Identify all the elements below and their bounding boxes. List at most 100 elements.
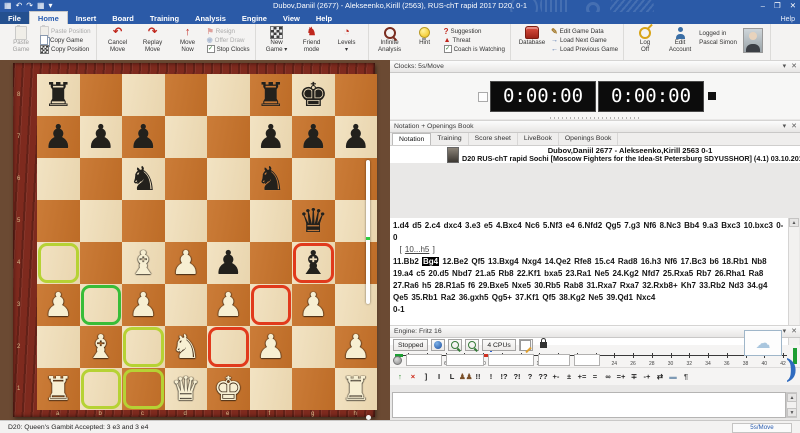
piece-black-queen-g5[interactable]: ♛ [292,200,335,242]
piece-black-pawn-h7[interactable]: ♟ [335,116,378,158]
tab-file[interactable]: File [0,12,29,24]
minimize-button[interactable]: – [761,1,765,10]
square-h1[interactable]: ♜ [335,368,378,410]
replay-move-button[interactable]: ↷Replay Move [137,25,169,54]
cpu-count-button[interactable]: 4 CPUs [482,339,515,351]
square-e1[interactable]: ♚ [207,368,250,410]
clock-panel-close-icon[interactable]: ✕ [791,61,797,72]
piece-black-pawn-f7[interactable]: ♟ [250,116,293,158]
piece-white-pawn-c3[interactable]: ♟ [122,284,165,326]
square-b2[interactable]: ♝ [80,326,123,368]
scroll-up-icon[interactable]: ▲ [789,218,799,227]
engine-field-3[interactable] [488,354,534,366]
square-f1[interactable] [250,368,293,410]
square-d7[interactable] [165,116,208,158]
square-g4[interactable]: ♝ [292,242,335,284]
notation-panel-minimize-icon[interactable]: ▾ [783,121,787,132]
square-f3[interactable] [250,284,293,326]
square-b7[interactable]: ♟ [80,116,123,158]
stop-clocks-button[interactable]: ✓Stop Clocks [207,45,250,53]
square-g8[interactable]: ♚ [292,74,335,116]
square-b5[interactable] [80,200,123,242]
square-d4[interactable]: ♟ [165,242,208,284]
square-a2[interactable] [37,326,80,368]
notation-tab-notation[interactable]: Notation [392,133,431,145]
piece-white-pawn-h2[interactable]: ♟ [335,326,378,368]
square-d8[interactable] [165,74,208,116]
tab-engine[interactable]: Engine [234,12,275,24]
piece-black-king-g8[interactable]: ♚ [292,74,335,116]
friend-mode-button[interactable]: ♞Friend mode [296,25,328,54]
square-f4[interactable] [250,242,293,284]
help-link[interactable]: Help [781,16,795,23]
square-h2[interactable]: ♟ [335,326,378,368]
square-b4[interactable] [80,242,123,284]
piece-white-pawn-g3[interactable]: ♟ [292,284,335,326]
close-button[interactable]: ✕ [790,1,796,10]
piece-black-bishop-g4[interactable]: ♝ [292,242,335,284]
square-f7[interactable]: ♟ [250,116,293,158]
engine-panel-minimize-icon[interactable]: ▾ [783,326,787,337]
piece-white-pawn-a3[interactable]: ♟ [37,284,80,326]
piece-white-pawn-d4[interactable]: ♟ [165,242,208,284]
square-d2[interactable]: ♞ [165,326,208,368]
notation-pad-button[interactable] [519,339,533,351]
piece-black-pawn-a7[interactable]: ♟ [37,116,80,158]
square-e7[interactable] [207,116,250,158]
square-a6[interactable] [37,158,80,200]
moves-after-current[interactable]: 12.Be2 Qf5 13.Bxg4 Nxg4 14.Qe2 Rfe8 15.c… [393,257,767,302]
square-a5[interactable] [37,200,80,242]
square-e5[interactable] [207,200,250,242]
load-previous-game-button[interactable]: ←Load Previous Game [551,45,618,53]
square-c7[interactable]: ♟ [122,116,165,158]
threat-button[interactable]: ▲Threat [444,36,505,44]
piece-black-pawn-b7[interactable]: ♟ [80,116,123,158]
square-d6[interactable] [165,158,208,200]
square-d5[interactable] [165,200,208,242]
engine-output-box[interactable] [392,392,786,418]
square-c5[interactable] [122,200,165,242]
game-navigation-slider[interactable] [366,160,370,304]
variation-line[interactable]: [ 10...h5 ] [393,245,435,254]
square-e8[interactable] [207,74,250,116]
new-game-button[interactable]: New Game ▾ [261,25,293,54]
square-e2[interactable] [207,326,250,368]
copy-position-button[interactable]: Copy Position [40,45,91,53]
notation-tab-livebook[interactable]: LiveBook [518,133,559,145]
hint-button[interactable]: Hint [409,25,441,47]
move-now-button[interactable]: ↑Move Now [172,25,204,54]
square-h8[interactable] [335,74,378,116]
square-h4[interactable] [335,242,378,284]
square-c1[interactable] [122,368,165,410]
chessboard[interactable]: ♜♜♚♟♟♟♟♟♟♞♞♛♝♟♟♝♟♟♟♟♝♞♟♟♜♛♚♜ [37,74,377,410]
checkbox-icon[interactable]: ✓ [444,45,452,53]
engine-panel-close-icon[interactable]: ✕ [791,326,797,337]
piece-black-pawn-e4[interactable]: ♟ [207,242,250,284]
database-button[interactable]: Database [516,25,548,47]
engine-search-deeper-button[interactable] [448,339,462,351]
square-h5[interactable] [335,200,378,242]
current-move[interactable]: Bg4 [422,257,439,266]
notation-tab-score-sheet[interactable]: Score sheet [469,133,518,145]
square-b3[interactable] [80,284,123,326]
square-c3[interactable]: ♟ [122,284,165,326]
square-d3[interactable] [165,284,208,326]
engine-cloud-button[interactable]: ☁ [744,330,782,356]
tab-analysis[interactable]: Analysis [187,12,234,24]
square-g7[interactable]: ♟ [292,116,335,158]
square-a4[interactable] [37,242,80,284]
notation-tab-training[interactable]: Training [431,133,468,145]
piece-white-queen-d1[interactable]: ♛ [165,368,208,410]
square-b1[interactable] [80,368,123,410]
piece-white-king-e1[interactable]: ♚ [207,368,250,410]
square-f8[interactable]: ♜ [250,74,293,116]
piece-black-pawn-g7[interactable]: ♟ [292,116,335,158]
square-h3[interactable] [335,284,378,326]
square-e4[interactable]: ♟ [207,242,250,284]
square-h6[interactable] [335,158,378,200]
square-c4[interactable]: ♝ [122,242,165,284]
square-g5[interactable]: ♛ [292,200,335,242]
tab-board[interactable]: Board [104,12,142,24]
piece-white-bishop-c4[interactable]: ♝ [122,242,165,284]
checkbox-icon[interactable]: ✓ [207,45,215,53]
